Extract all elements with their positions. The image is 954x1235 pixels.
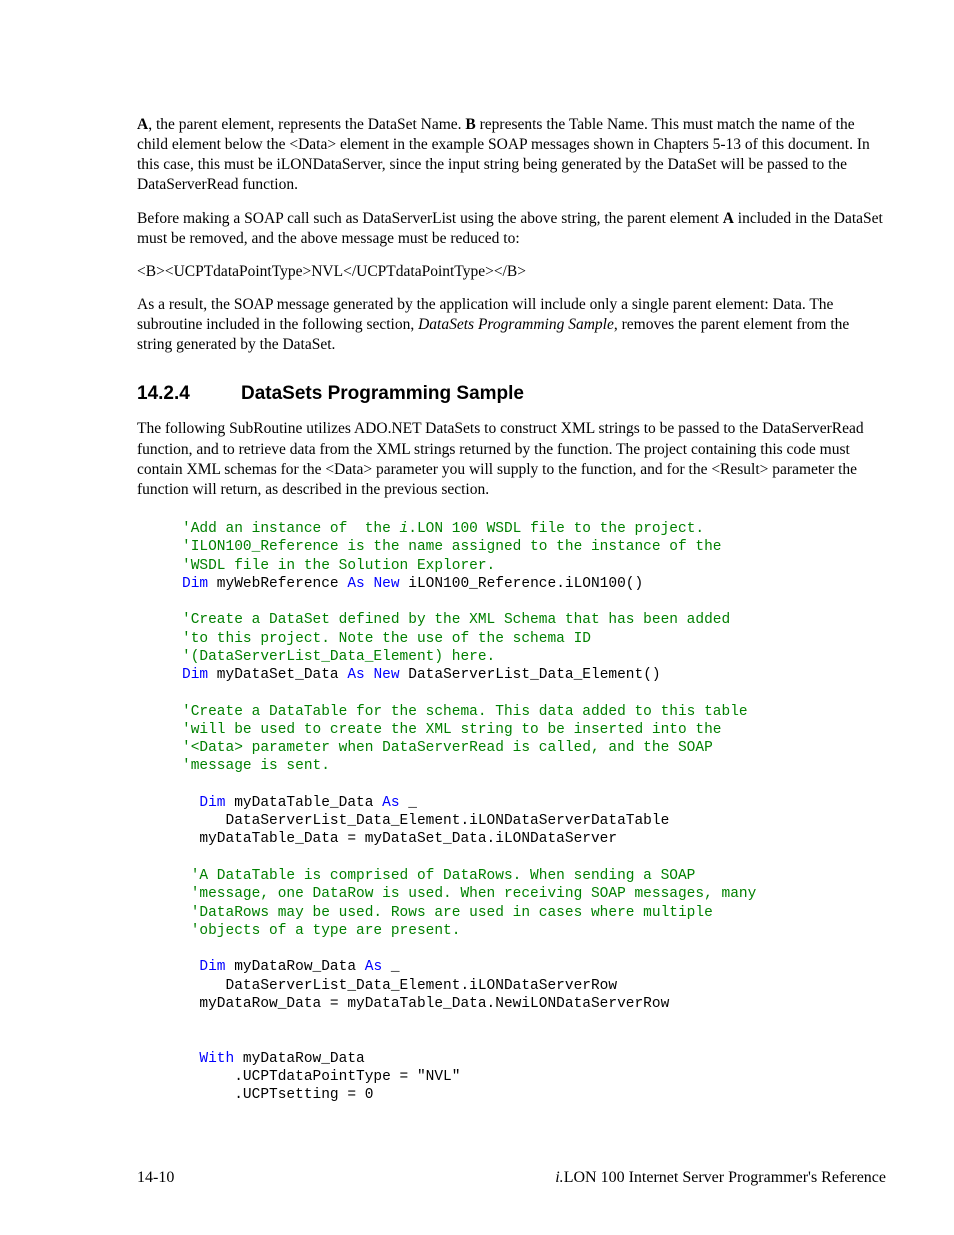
paragraph-1: A, the parent element, represents the Da… xyxy=(137,115,886,196)
section-number: 14.2.4 xyxy=(137,383,241,405)
bold-a: A xyxy=(137,116,148,133)
italic-title: DataSets Programming Sample xyxy=(418,316,614,333)
paragraph-3-xml: <B><UCPTdataPointType>NVL</UCPTdataPoint… xyxy=(137,262,886,282)
footer-reference: i.LON 100 Internet Server Programmer's R… xyxy=(555,1169,886,1187)
section-title: DataSets Programming Sample xyxy=(241,383,524,404)
bold-b: B xyxy=(465,116,475,133)
bold-a-2: A xyxy=(723,210,734,227)
page-footer: 14-10 i.LON 100 Internet Server Programm… xyxy=(137,1169,886,1187)
paragraph-2: Before making a SOAP call such as DataSe… xyxy=(137,209,886,249)
code-block: 'Add an instance of the i.LON 100 WSDL f… xyxy=(182,520,886,1105)
paragraph-5: The following SubRoutine utilizes ADO.NE… xyxy=(137,419,886,500)
section-heading: 14.2.4DataSets Programming Sample xyxy=(137,383,886,405)
page-content: A, the parent element, represents the Da… xyxy=(0,0,954,1235)
page-number: 14-10 xyxy=(137,1169,174,1187)
paragraph-4: As a result, the SOAP message generated … xyxy=(137,295,886,355)
